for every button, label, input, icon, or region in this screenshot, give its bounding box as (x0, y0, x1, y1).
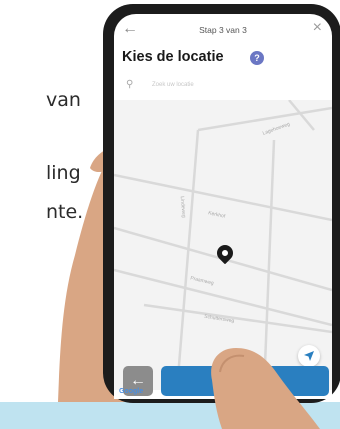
thumb-illustration (211, 348, 320, 429)
